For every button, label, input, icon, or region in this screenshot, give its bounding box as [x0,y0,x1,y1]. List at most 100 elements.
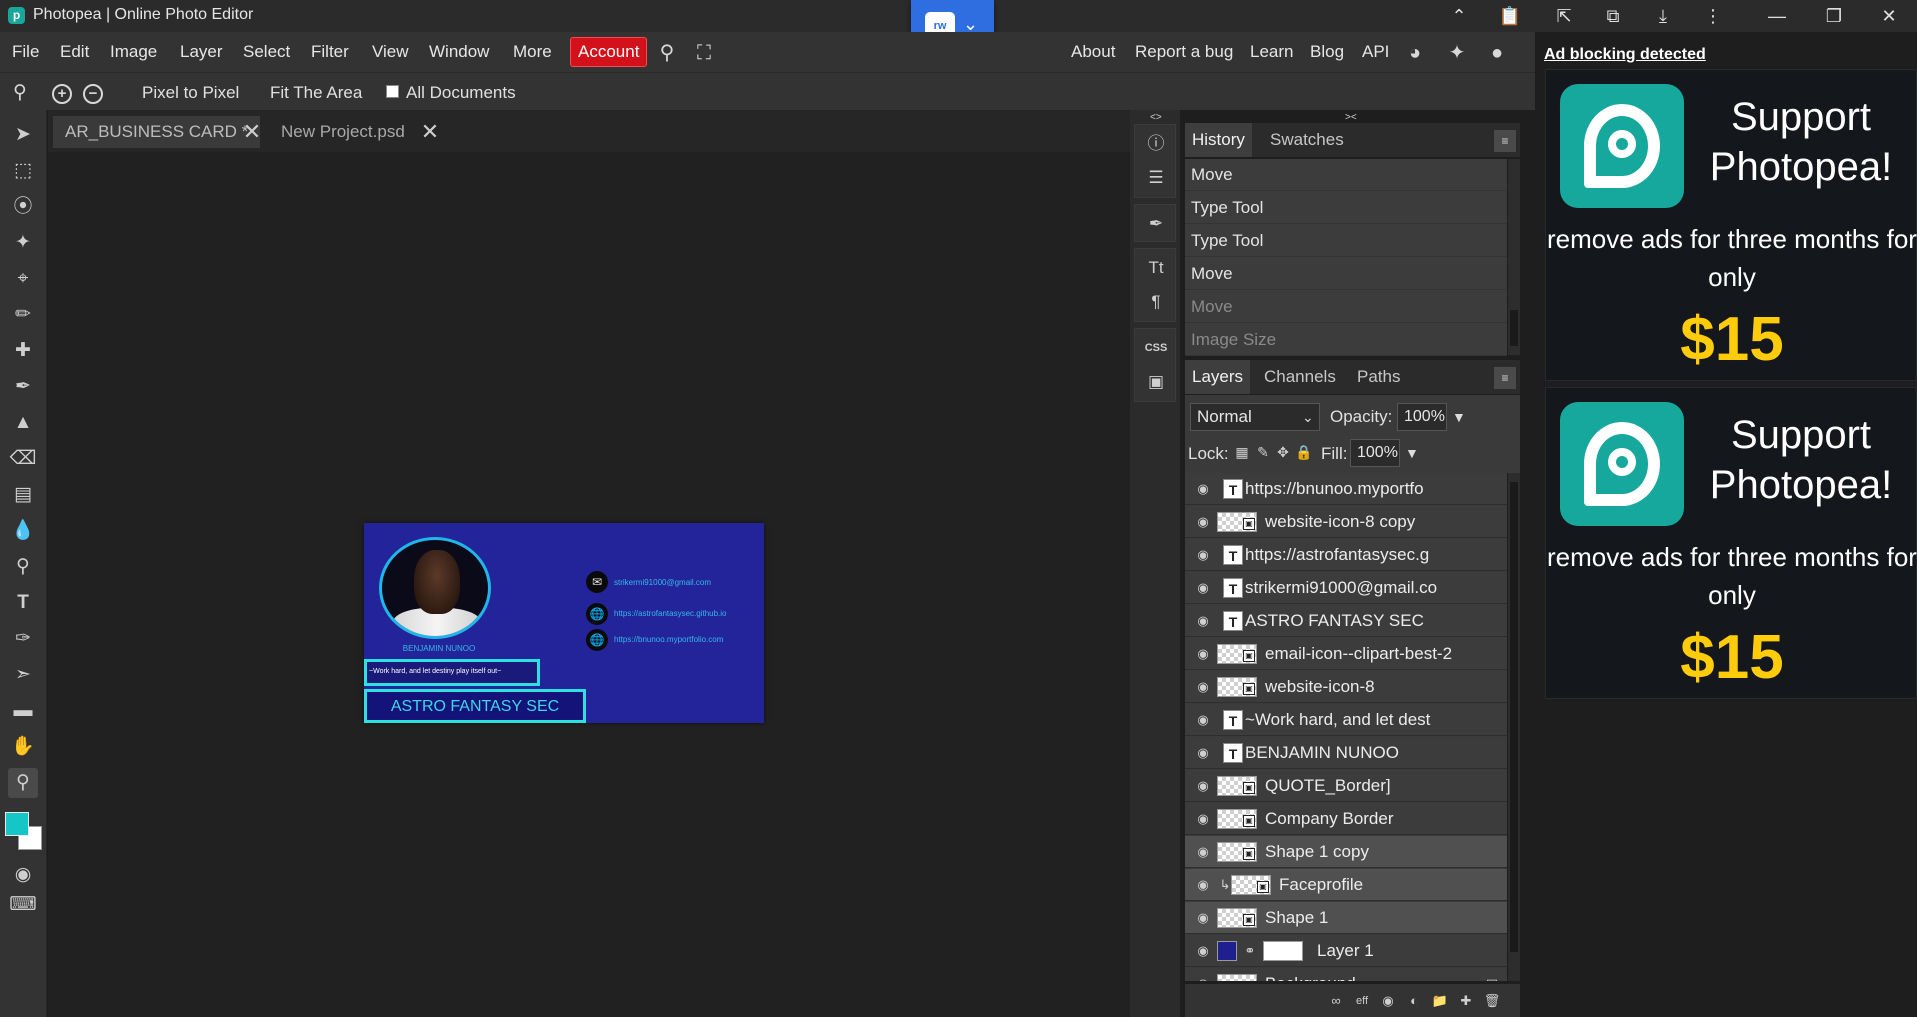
history-item[interactable]: Image Size [1185,324,1507,356]
visibility-eye-icon[interactable]: ◉ [1194,580,1212,596]
layer-row[interactable]: ◉ T BENJAMIN NUNOO [1185,737,1507,769]
visibility-eye-icon[interactable]: ◉ [1194,547,1212,563]
layer-row[interactable]: ◉ ▣Background [1185,968,1507,981]
visibility-eye-icon[interactable]: ◉ [1194,943,1212,959]
link-blog[interactable]: Blog [1310,42,1344,62]
brush-settings-icon[interactable]: ✒ [1135,209,1177,239]
zoom-in-icon[interactable]: + [52,84,72,104]
blur-tool-icon[interactable]: 💧 [8,516,38,546]
link-learn[interactable]: Learn [1250,42,1293,62]
adjustments-icon[interactable]: ☰ [1135,163,1177,193]
close-icon[interactable]: ✕ [1877,5,1901,27]
lock-position-icon[interactable]: ✥ [1275,444,1291,460]
fullscreen-icon[interactable]: ⛶ [692,41,716,65]
menu-window[interactable]: Window [429,42,489,62]
tab-swatches[interactable]: Swatches [1263,123,1351,157]
visibility-eye-icon[interactable]: ◉ [1194,613,1212,629]
visibility-eye-icon[interactable]: ◉ [1194,679,1212,695]
menu-more[interactable]: More [513,42,552,62]
pixel-to-pixel-button[interactable]: Pixel to Pixel [142,83,239,103]
layers-scroll-thumb[interactable] [1510,482,1518,952]
move-tool-icon[interactable]: ➤ [8,120,38,150]
mask-icon[interactable]: ◉ [1379,992,1397,1010]
expand-panels-icon[interactable]: >< [1345,112,1357,123]
lasso-tool-icon[interactable]: ⦿ [8,192,38,222]
history-item[interactable]: Type Tool [1185,192,1507,224]
paragraph-icon[interactable]: ¶ [1135,287,1177,317]
adjustment-icon[interactable]: ◐ [1405,992,1423,1010]
layer-row[interactable]: ◉ ▣ QUOTE_Border] [1185,770,1507,802]
quick-mask-icon[interactable]: ◉ [8,860,38,890]
tab-history[interactable]: History [1185,123,1252,157]
facebook-icon[interactable]: ● [1485,41,1509,65]
effects-icon[interactable]: eff [1353,992,1371,1010]
info-icon[interactable]: ⓘ [1135,129,1177,159]
chevron-up-icon[interactable]: ⌃ [1447,5,1471,27]
history-item[interactable]: Move [1185,291,1507,323]
history-scroll-thumb[interactable] [1510,310,1518,346]
collapse-strip-icon[interactable]: <> [1150,112,1162,123]
visibility-eye-icon[interactable]: ◉ [1194,811,1212,827]
link-layers-icon[interactable]: ∞ [1327,992,1345,1010]
visibility-eye-icon[interactable]: ◉ [1194,712,1212,728]
lock-transparency-icon[interactable]: ▦ [1234,444,1250,460]
crop-tool-icon[interactable]: ⌖ [8,264,38,294]
menu-image[interactable]: Image [110,42,157,62]
foreground-color-swatch[interactable] [5,812,29,836]
layer-row[interactable]: ◉ Thttps://bnunoo.myportfo [1185,473,1507,505]
visibility-eye-icon[interactable]: ◉ [1194,745,1212,761]
shape-tool-icon[interactable]: ▬ [8,696,38,726]
all-documents-checkbox[interactable] [386,85,399,98]
clipboard-icon[interactable]: 📋 [1498,5,1522,27]
trash-icon[interactable]: 🗑 [1483,992,1501,1010]
history-item[interactable]: Move [1185,159,1507,191]
fit-area-button[interactable]: Fit The Area [270,83,362,103]
ad-blocking-notice[interactable]: Ad blocking detected [1544,46,1706,64]
folder-icon[interactable]: 📁 [1431,992,1449,1010]
restore-icon[interactable]: ❐ [1822,5,1846,27]
pen-tool-icon[interactable]: ✑ [8,624,38,654]
layer-row[interactable]: ◉ ▣ Shape 1 [1185,902,1507,934]
menu-layer[interactable]: Layer [180,42,223,62]
zoom-out-icon[interactable]: − [83,84,103,104]
download-icon[interactable]: ⤓ [1651,5,1675,27]
menu-file[interactable]: File [12,42,39,62]
menu-edit[interactable]: Edit [60,42,89,62]
menu-select[interactable]: Select [243,42,290,62]
history-item[interactable]: Type Tool [1185,225,1507,257]
stamp-tool-icon[interactable]: ▲ [8,408,38,438]
tab-paths[interactable]: Paths [1350,360,1407,394]
minimize-icon[interactable]: — [1765,5,1789,27]
gradient-tool-icon[interactable]: ▤ [8,480,38,510]
mask-link-icon[interactable]: ⚭ [1241,943,1259,959]
layer-row[interactable]: ◉ Thttps://astrofantasysec.g [1185,539,1507,571]
eraser-tool-icon[interactable]: ⌫ [8,444,38,474]
more-vert-icon[interactable]: ⋮ [1701,5,1725,27]
fill-dropdown-icon[interactable]: ▼ [1405,445,1419,461]
blend-mode-select[interactable]: Normal [1190,403,1320,431]
link-api[interactable]: API [1362,42,1389,62]
layer-row[interactable]: ◉ ▣ Shape 1 copy [1185,836,1507,868]
link-about[interactable]: About [1071,42,1115,62]
hand-tool-icon[interactable]: ✋ [8,732,38,762]
layer-row[interactable]: ◉ T ~Work hard, and let dest [1185,704,1507,736]
path-select-icon[interactable]: ➣ [8,660,38,690]
new-layer-icon[interactable]: ✚ [1457,992,1475,1010]
history-item[interactable]: Move [1185,258,1507,290]
opacity-field[interactable]: 100% [1397,403,1447,431]
menu-view[interactable]: View [372,42,409,62]
link-report-bug[interactable]: Report a bug [1135,42,1233,62]
layer-row[interactable]: ◉ T ASTRO FANTASY SEC [1185,605,1507,637]
type-tool-icon[interactable]: T [8,588,38,618]
visibility-eye-icon[interactable]: ◉ [1194,877,1212,893]
tab-business-card[interactable]: AR_BUSINESS CARD * [53,116,261,148]
layer-row[interactable]: ◉ ↳ ▣ Faceprofile [1185,869,1507,901]
visibility-eye-icon[interactable]: ◉ [1194,646,1212,662]
marquee-tool-icon[interactable]: ⬚ [8,156,38,186]
layer-row[interactable]: ◉ ▣ website-icon-8 [1185,671,1507,703]
account-button[interactable]: Account [570,37,648,67]
layer-row[interactable]: ◉ ▣ Company Border [1185,803,1507,835]
twitter-icon[interactable]: ✦ [1445,41,1469,65]
close-tab-icon[interactable]: ✕ [418,116,442,148]
panel-menu-icon[interactable]: ≡ [1494,367,1516,389]
